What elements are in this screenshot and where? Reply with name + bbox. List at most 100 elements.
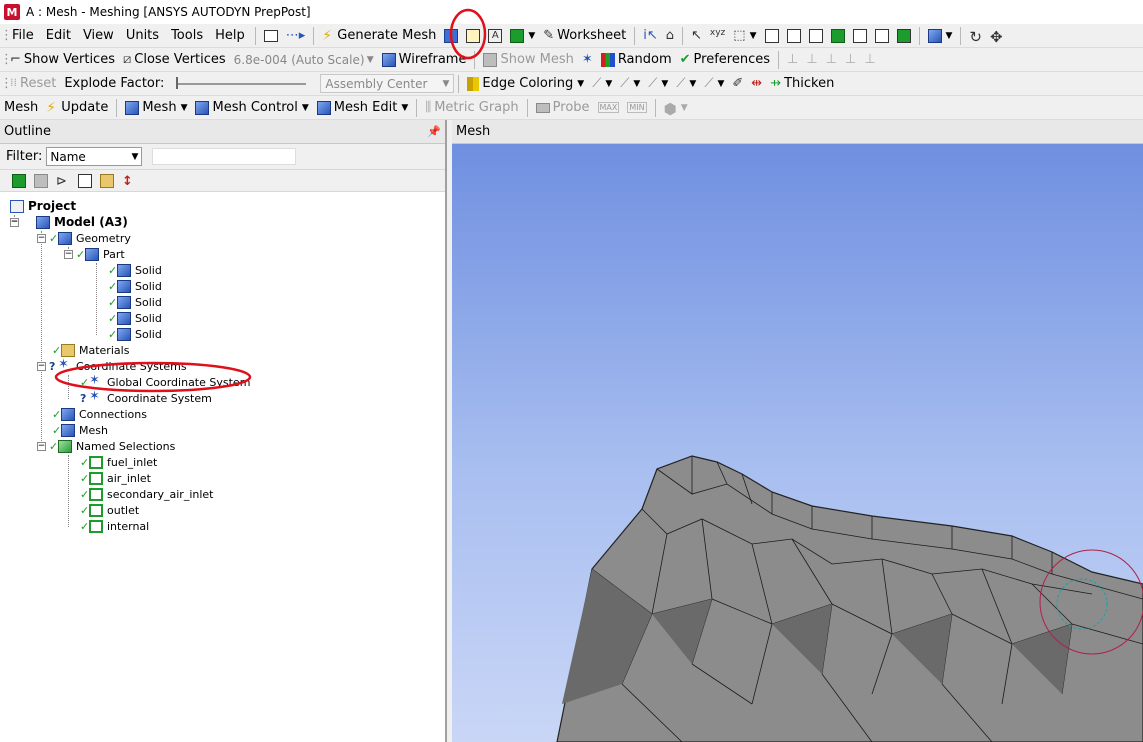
min-button[interactable]: MIN <box>623 97 650 119</box>
select-mode-button[interactable]: ↖ <box>687 25 706 47</box>
menu-help[interactable]: Help <box>209 28 251 43</box>
tree-selection-air-inlet[interactable]: ✓ air_inlet <box>80 470 151 486</box>
thin-button[interactable]: ⇹ <box>747 73 766 95</box>
tree-project[interactable]: Project <box>10 198 76 214</box>
collapse-icon[interactable]: − <box>37 441 46 451</box>
graphics-viewport[interactable] <box>452 144 1143 742</box>
tree-coordinate-system[interactable]: ? Coordinate System <box>80 389 212 406</box>
tree-geometry[interactable]: − ✓ Geometry <box>37 230 131 246</box>
extend-selection-button[interactable]: ▼ <box>924 25 957 47</box>
branch-icon[interactable]: ⊳ <box>56 174 70 189</box>
menu-view[interactable]: View <box>77 28 120 43</box>
metric-graph-button[interactable]: ⫼ Metric Graph <box>421 97 522 119</box>
pan-button[interactable]: ✥ <box>986 25 1007 47</box>
select-face-button[interactable] <box>805 25 827 47</box>
preferences-button[interactable]: ✔ Preferences <box>676 49 774 71</box>
tree-solid-4[interactable]: ✓ Solid <box>108 310 162 326</box>
assembly-center-combo[interactable]: Assembly Center ▼ <box>320 74 455 93</box>
collapse-icon[interactable]: − <box>64 249 73 259</box>
vertex-tool-3[interactable]: ⊥ <box>822 49 841 71</box>
select-vertex-button[interactable] <box>761 25 783 47</box>
select-edge-button[interactable] <box>783 25 805 47</box>
collapse-icon[interactable] <box>34 173 48 188</box>
tree-solid-1[interactable]: ✓ Solid <box>108 262 162 278</box>
close-vertices-button[interactable]: ⧄ Close Vertices <box>119 49 230 71</box>
edge-style-2[interactable]: ⟋ ▼ <box>616 73 644 95</box>
expand-all-icon[interactable] <box>78 173 92 188</box>
scale-combo[interactable]: 6.8e-004 (Auto Scale) ▼ <box>230 50 378 69</box>
reset-button[interactable]: ⁞⁞ Reset <box>6 73 60 95</box>
random-colors-button[interactable]: Random <box>597 49 676 71</box>
refresh-icon[interactable] <box>12 173 26 188</box>
edge-style-3[interactable]: ⟋ ▼ <box>644 73 672 95</box>
tree-model[interactable]: − Model (A3) <box>10 214 128 230</box>
show-vertices-button[interactable]: ⌐ Show Vertices <box>6 49 119 71</box>
hex-display-button[interactable]: ⬢ ▼ <box>660 97 692 119</box>
edge-style-4[interactable]: ⟋ ▼ <box>672 73 700 95</box>
pin-edge-button[interactable]: ✐ <box>728 73 747 95</box>
vertex-tool-5[interactable]: ⊥ <box>860 49 879 71</box>
tree-selection-fuel-inlet[interactable]: ✓ fuel_inlet <box>80 454 157 470</box>
tree-coordinate-systems[interactable]: − ? Coordinate Systems <box>37 357 187 374</box>
select-box-button[interactable]: ⬚ ▼ <box>729 25 760 47</box>
vertex-tool-1[interactable]: ⊥ <box>783 49 802 71</box>
vertex-tool-4[interactable]: ⊥ <box>841 49 860 71</box>
show-mesh-button[interactable]: Show Mesh <box>479 49 577 71</box>
menu-edit[interactable]: Edit <box>40 28 77 43</box>
tree-mesh[interactable]: ✓ Mesh <box>52 422 108 438</box>
tree-connections[interactable]: ✓ Connections <box>52 406 147 422</box>
preferences-icon: ✔ <box>679 51 691 67</box>
worksheet-button[interactable]: ✎ Worksheet <box>539 25 630 47</box>
collapse-icon[interactable]: − <box>10 217 19 227</box>
axes-toggle-button[interactable]: ✶ <box>578 49 597 71</box>
select-body-button[interactable] <box>827 25 849 47</box>
probe-button[interactable]: Probe <box>532 97 594 119</box>
generate-mesh-button[interactable]: ⚡ Generate Mesh <box>318 25 440 47</box>
vertex-tool-2[interactable]: ⊥ <box>802 49 821 71</box>
filter-text-input[interactable] <box>152 148 297 165</box>
edge-style-5[interactable]: ⟋ ▼ <box>700 73 728 95</box>
menu-tools[interactable]: Tools <box>165 28 209 43</box>
tree-global-coordinate-system[interactable]: ✓ Global Coordinate System <box>80 373 250 390</box>
annotation-button[interactable] <box>462 25 484 47</box>
text-button[interactable]: A <box>484 25 506 47</box>
tree-solid-2[interactable]: ✓ Solid <box>108 278 162 294</box>
thicken-button[interactable]: ⇸ Thicken <box>766 73 838 95</box>
pin-icon[interactable]: 📌 <box>427 125 441 138</box>
menu-units[interactable]: Units <box>120 28 165 43</box>
tree-selection-outlet[interactable]: ✓ outlet <box>80 502 139 518</box>
mesh-menu-button[interactable]: Mesh ▼ <box>121 97 191 119</box>
wireframe-button[interactable]: Wireframe <box>378 49 471 71</box>
mesh-control-button[interactable]: Mesh Control ▼ <box>191 97 312 119</box>
command-window-button[interactable] <box>260 25 282 47</box>
max-button[interactable]: MAX <box>594 97 624 119</box>
collapse-icon[interactable]: − <box>37 233 46 243</box>
sort-icon[interactable]: ↕ <box>122 174 136 189</box>
edge-coloring-button[interactable]: Edge Coloring ▼ <box>463 73 588 95</box>
info-select-button[interactable]: i↖ <box>639 25 662 47</box>
folder-icon[interactable] <box>100 173 114 188</box>
select-element-face-button[interactable] <box>893 25 915 47</box>
select-xyz-button[interactable]: xyz <box>706 25 729 47</box>
rotate-button[interactable]: ↻ <box>965 25 986 47</box>
tree-solid-5[interactable]: ✓ Solid <box>108 326 162 342</box>
image-button[interactable]: ▼ <box>506 25 539 47</box>
tree-button[interactable]: ⋯▸ <box>282 25 310 47</box>
tree-selection-internal[interactable]: ✓ internal <box>80 518 149 534</box>
update-button[interactable]: ⚡ Update <box>42 97 112 119</box>
edge-style-1[interactable]: ⟋ ▼ <box>588 73 616 95</box>
tree-named-selections[interactable]: − ✓ Named Selections <box>37 438 175 454</box>
mesh-edit-button[interactable]: Mesh Edit ▼ <box>313 97 412 119</box>
tag-button[interactable]: ⌂ <box>662 25 678 47</box>
select-element-button[interactable] <box>871 25 893 47</box>
collapse-icon[interactable]: − <box>37 361 46 371</box>
select-node-button[interactable] <box>849 25 871 47</box>
preview-surface-button[interactable] <box>440 25 462 47</box>
filter-type-select[interactable]: Name ▼ <box>46 147 143 166</box>
tree-solid-3[interactable]: ✓ Solid <box>108 294 162 310</box>
mesh-model[interactable] <box>452 144 1143 742</box>
tree-arrow-icon: ⋯▸ <box>285 27 306 43</box>
explode-factor-slider[interactable] <box>176 76 307 89</box>
tree-part[interactable]: − ✓ Part <box>64 246 125 262</box>
tree-selection-secondary-air-inlet[interactable]: ✓ secondary_air_inlet <box>80 486 214 502</box>
